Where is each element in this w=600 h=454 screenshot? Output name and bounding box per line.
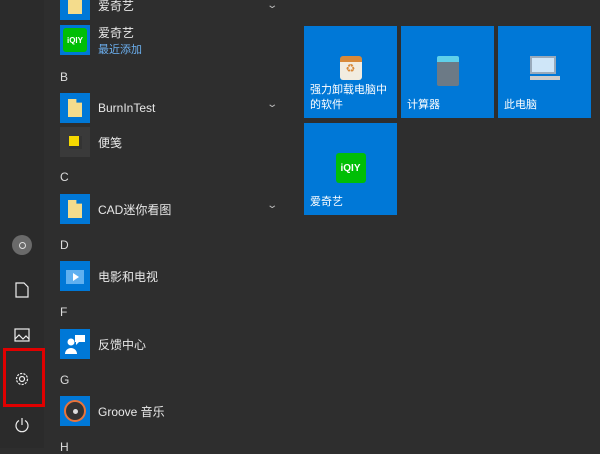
list-item-burnintest[interactable]: BurnInTest ⌄ bbox=[60, 93, 290, 123]
power-button[interactable] bbox=[0, 403, 44, 447]
list-item-iqiyi-folder[interactable]: 爱奇艺 ⌄ bbox=[60, 0, 290, 20]
iqiyi-icon: iQIY bbox=[335, 153, 366, 183]
chevron-down-icon[interactable]: ⌄ bbox=[266, 200, 278, 211]
list-item-feedback-hub[interactable]: 反馈中心 bbox=[60, 329, 290, 359]
list-item-label: 爱奇艺 bbox=[98, 0, 135, 13]
list-item-label: Groove 音乐 bbox=[98, 404, 165, 419]
list-item-iqiyi[interactable]: iQIY 爱奇艺 最近添加 bbox=[60, 25, 290, 56]
list-item-label: 反馈中心 bbox=[98, 337, 147, 352]
chevron-down-icon[interactable]: ⌄ bbox=[266, 99, 278, 110]
chevron-down-icon[interactable]: ⌄ bbox=[266, 0, 278, 11]
iqiyi-logo: iQIY bbox=[335, 153, 366, 183]
calculator-icon bbox=[436, 56, 459, 86]
section-header-d[interactable]: D bbox=[60, 238, 69, 252]
list-item-groove-music[interactable]: Groove 音乐 bbox=[60, 396, 290, 426]
list-item-label: BurnInTest bbox=[98, 101, 156, 115]
tile-this-pc[interactable]: 此电脑 bbox=[498, 26, 591, 118]
section-header-g[interactable]: G bbox=[60, 373, 69, 387]
user-account-button[interactable] bbox=[0, 223, 44, 267]
start-left-rail bbox=[0, 0, 45, 448]
section-header-c[interactable]: C bbox=[60, 170, 69, 184]
iqiyi-logo: iQIY bbox=[63, 28, 87, 52]
groove-music-icon bbox=[60, 396, 90, 426]
computer-icon bbox=[529, 56, 560, 80]
list-item-label: 电影和电视 bbox=[98, 269, 159, 284]
section-header-b[interactable]: B bbox=[60, 70, 68, 84]
app-list[interactable]: 爱奇艺 ⌄ iQIY 爱奇艺 最近添加 B BurnInTest ⌄ 便笺 C … bbox=[44, 0, 294, 454]
folder-icon bbox=[60, 93, 90, 123]
folder-icon bbox=[60, 0, 90, 20]
folder-icon bbox=[60, 194, 90, 224]
settings-highlight-box bbox=[3, 348, 45, 407]
sticky-notes-icon bbox=[60, 127, 90, 157]
list-item-label: 便笺 bbox=[98, 135, 123, 150]
movies-tv-icon bbox=[60, 261, 90, 291]
recently-added-label: 最近添加 bbox=[98, 43, 142, 56]
list-item-cad[interactable]: CAD迷你看图 ⌄ bbox=[60, 194, 290, 224]
user-icon bbox=[12, 235, 32, 255]
iqiyi-icon: iQIY bbox=[60, 25, 90, 55]
list-item-sticky-notes[interactable]: 便笺 bbox=[60, 127, 290, 157]
tile-label: 爱奇艺 bbox=[310, 196, 343, 208]
section-header-h[interactable]: H bbox=[60, 440, 69, 454]
document-icon bbox=[15, 282, 29, 298]
tile-calculator[interactable]: 计算器 bbox=[401, 26, 494, 118]
list-item-movies-tv[interactable]: 电影和电视 bbox=[60, 261, 290, 291]
pictures-icon bbox=[14, 328, 30, 342]
power-icon bbox=[15, 418, 29, 433]
recycle-bin-icon: ♻ bbox=[339, 56, 362, 80]
tile-label: 此电脑 bbox=[504, 99, 537, 111]
list-item-label: 爱奇艺 bbox=[98, 25, 135, 40]
list-item-label: CAD迷你看图 bbox=[98, 202, 172, 217]
feedback-hub-icon bbox=[60, 329, 90, 359]
tile-iqiyi[interactable]: iQIY 爱奇艺 bbox=[304, 123, 397, 215]
tile-uninstaller[interactable]: ♻ 强力卸载电脑中的软件 bbox=[304, 26, 397, 118]
tile-label: 计算器 bbox=[407, 99, 440, 111]
section-header-f[interactable]: F bbox=[60, 305, 67, 319]
documents-button[interactable] bbox=[0, 268, 44, 312]
tile-label: 强力卸载电脑中的软件 bbox=[310, 84, 387, 111]
